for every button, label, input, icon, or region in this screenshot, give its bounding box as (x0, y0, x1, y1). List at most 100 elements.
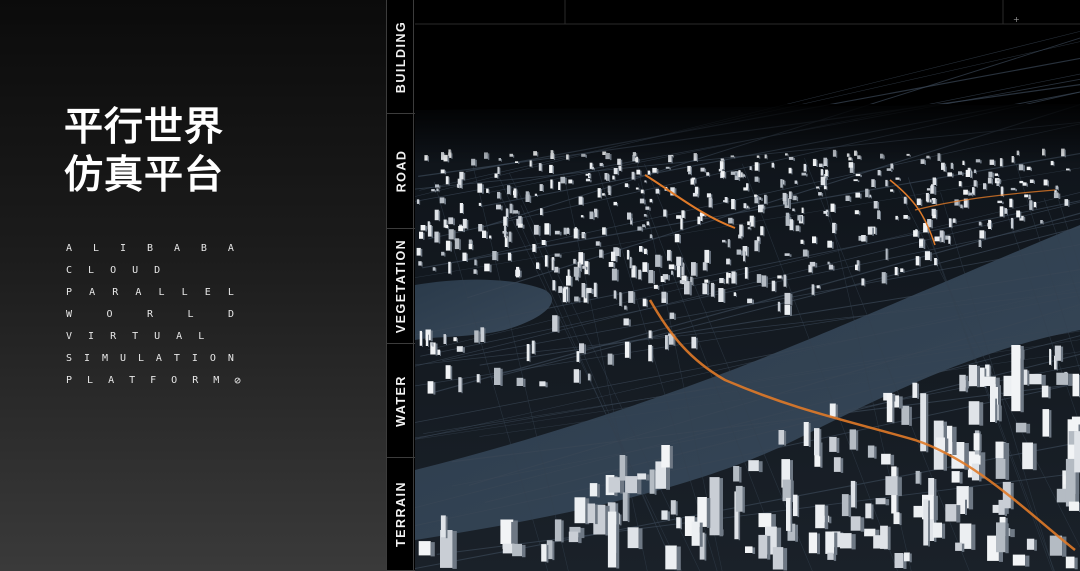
building-side (708, 280, 710, 284)
layer-tab-terrain[interactable]: TERRAIN (387, 458, 415, 571)
building (437, 349, 441, 355)
building-side (673, 271, 674, 276)
building-side (590, 374, 592, 382)
building-side (431, 226, 433, 238)
building-side (939, 237, 942, 243)
building-side (752, 547, 756, 554)
building-side (972, 193, 974, 197)
building-side (706, 263, 708, 272)
building-side (600, 189, 602, 199)
building-side (962, 172, 964, 176)
building (814, 428, 820, 456)
subtitle-letter: B (200, 243, 207, 254)
building (607, 353, 613, 365)
city-3d-map[interactable]: + (415, 0, 1080, 571)
building-side (638, 188, 640, 191)
building (841, 494, 849, 517)
building (855, 173, 861, 177)
building (474, 330, 479, 343)
building-side (604, 194, 606, 197)
building (719, 278, 724, 284)
building (747, 226, 751, 230)
building (733, 292, 736, 297)
building (973, 180, 977, 187)
building-side (552, 180, 554, 190)
building (1009, 198, 1013, 208)
building-side (1034, 539, 1037, 551)
building (913, 505, 925, 518)
layer-tab-vegetation[interactable]: VEGETATION (387, 229, 415, 344)
building-side (834, 532, 838, 555)
layer-tab-water[interactable]: WATER (387, 344, 415, 458)
building-side (613, 263, 616, 268)
building (984, 376, 996, 386)
building (999, 206, 1004, 217)
building-side (538, 225, 541, 236)
building-side (959, 472, 963, 484)
building-side (893, 190, 895, 193)
building (1033, 201, 1037, 208)
building-side (952, 173, 954, 178)
building-side (955, 219, 957, 224)
building-side (909, 406, 912, 426)
building (631, 171, 635, 180)
building (608, 191, 611, 195)
building (663, 209, 667, 217)
layer-tab-road[interactable]: ROAD (387, 114, 415, 229)
building-side (522, 544, 526, 558)
building-side (840, 458, 844, 473)
building (602, 193, 605, 196)
building-side (819, 286, 821, 290)
building (649, 234, 652, 239)
building (924, 251, 930, 261)
building-side (450, 262, 452, 275)
building-side (696, 337, 698, 350)
building (684, 281, 690, 295)
building (563, 227, 566, 235)
building (789, 219, 793, 231)
building-side (595, 504, 598, 525)
building-side (607, 174, 609, 181)
building-side (782, 180, 784, 189)
building (628, 291, 634, 303)
building (994, 173, 998, 176)
building (539, 381, 546, 387)
building-side (697, 193, 700, 198)
building-side (644, 199, 646, 205)
building-side (579, 352, 581, 363)
subtitle-letter: A (155, 353, 162, 364)
building (885, 476, 898, 496)
building-side (506, 232, 508, 235)
building-side (848, 495, 852, 518)
building (777, 301, 780, 312)
building-side (967, 199, 970, 209)
building-side (421, 262, 423, 267)
building-side (976, 170, 977, 175)
building-side (640, 170, 642, 176)
building-side (507, 236, 509, 248)
building (710, 282, 714, 297)
building (867, 226, 873, 235)
building (642, 298, 647, 307)
subtitle-letter: N (227, 353, 234, 364)
building-side (631, 213, 633, 221)
subtitle-letter: L (87, 375, 94, 386)
building-side (638, 528, 643, 550)
building (541, 544, 547, 562)
building (579, 343, 585, 354)
building (997, 200, 1003, 204)
building-side (452, 531, 457, 569)
building-side (641, 227, 644, 232)
building (1072, 373, 1079, 397)
building (624, 183, 629, 188)
subtitle-letter: T (129, 375, 136, 386)
building (1074, 431, 1080, 473)
building (932, 177, 936, 185)
building (669, 312, 675, 319)
building-side (797, 495, 800, 518)
building (691, 336, 696, 349)
building-side (1025, 555, 1030, 567)
building (890, 189, 894, 192)
layer-tab-building[interactable]: BUILDING (387, 0, 415, 114)
building-side (749, 222, 751, 227)
